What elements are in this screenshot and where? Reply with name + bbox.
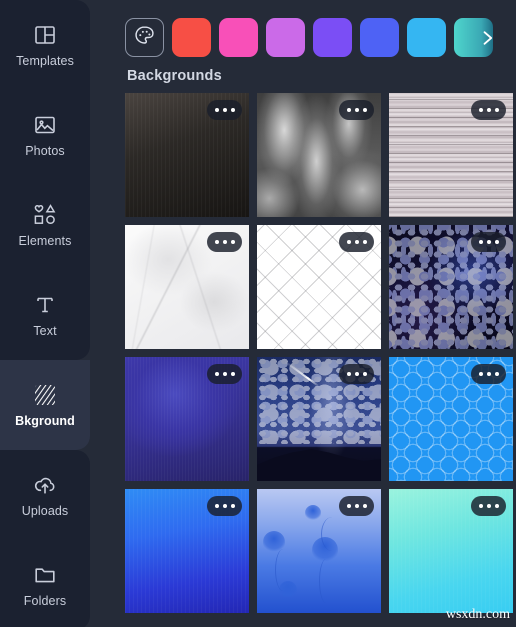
sidebar-item-text[interactable]: Text: [0, 270, 90, 360]
thumbnail-options-button[interactable]: [339, 496, 374, 516]
thumbnail-options-button[interactable]: [207, 496, 242, 516]
photo-icon: [32, 112, 58, 138]
thumbnail-white-wood[interactable]: [389, 93, 513, 217]
sidebar-item-label: Photos: [25, 144, 65, 159]
sidebar-item-templates[interactable]: Templates: [0, 0, 90, 90]
thumbnail-options-button[interactable]: [207, 364, 242, 384]
left-sidebar: Templates Photos Elements Text Bkground …: [0, 0, 95, 627]
sidebar-item-photos[interactable]: Photos: [0, 90, 90, 180]
jellyfish-decoration: [305, 505, 321, 521]
thumbnail-options-button[interactable]: [339, 232, 374, 252]
color-swatch-pink[interactable]: [219, 18, 258, 57]
thumbnail-grey-smoke[interactable]: [257, 93, 381, 217]
thumbnail-indigo-solid[interactable]: [125, 357, 249, 481]
color-palette-row: [125, 0, 516, 62]
thumbnail-options-button[interactable]: [471, 496, 506, 516]
color-swatch-red[interactable]: [172, 18, 211, 57]
tentacle-decoration: [321, 517, 343, 551]
thumbnail-deep-space[interactable]: [389, 225, 513, 349]
thumbnail-starry-night[interactable]: [257, 357, 381, 481]
sidebar-item-bkground[interactable]: Bkground: [0, 360, 90, 450]
text-icon: [32, 292, 58, 318]
thumbnail-blue-hexagons[interactable]: [389, 357, 513, 481]
color-palette-icon: [133, 24, 156, 52]
thumbnail-mint-gradient[interactable]: [389, 489, 513, 613]
backgrounds-panel: Backgrounds wsxdn.com: [90, 0, 516, 627]
color-swatch-blue[interactable]: [360, 18, 399, 57]
thumbnail-options-button[interactable]: [207, 100, 242, 120]
thumbnail-blue-gradient[interactable]: [125, 489, 249, 613]
sidebar-item-label: Templates: [16, 54, 74, 69]
folder-icon: [32, 562, 58, 588]
sidebar-item-folders[interactable]: Folders: [0, 540, 90, 627]
thumbnail-jellyfish[interactable]: [257, 489, 381, 613]
thumbnail-white-marble[interactable]: [125, 225, 249, 349]
page-title: Backgrounds: [127, 68, 222, 84]
sidebar-group-top: Templates Photos Elements Text: [0, 0, 90, 360]
editor-window: Templates Photos Elements Text Bkground …: [0, 0, 516, 627]
sidebar-item-label: Bkground: [15, 414, 75, 429]
thumbnail-dark-gradient[interactable]: [125, 93, 249, 217]
thumbnail-options-button[interactable]: [471, 232, 506, 252]
thumbnail-options-button[interactable]: [207, 232, 242, 252]
upload-cloud-icon: [32, 472, 58, 498]
thumbnail-options-button[interactable]: [471, 100, 506, 120]
sidebar-item-label: Uploads: [21, 504, 69, 519]
color-picker-button[interactable]: [125, 18, 164, 57]
hatch-icon: [32, 382, 58, 408]
color-swatch-violet[interactable]: [313, 18, 352, 57]
sidebar-item-label: Elements: [18, 234, 72, 249]
tentacle-decoration: [275, 549, 291, 591]
sidebar-item-label: Text: [33, 324, 57, 339]
color-swatch-orchid[interactable]: [266, 18, 305, 57]
color-swatch-cyan[interactable]: [407, 18, 446, 57]
sidebar-item-label: Folders: [23, 594, 67, 609]
thumbnail-options-button[interactable]: [339, 100, 374, 120]
thumbnail-white-crosshatch[interactable]: [257, 225, 381, 349]
thumbnail-options-button[interactable]: [339, 364, 374, 384]
sidebar-item-elements[interactable]: Elements: [0, 180, 90, 270]
templates-icon: [32, 22, 58, 48]
shapes-icon: [32, 202, 58, 228]
sidebar-group-active: Bkground: [0, 360, 90, 450]
sidebar-group-bottom: Uploads Folders: [0, 450, 90, 627]
chevron-right-icon: [483, 30, 493, 45]
backgrounds-grid: [125, 93, 516, 613]
thumbnail-options-button[interactable]: [471, 364, 506, 384]
tentacle-decoration: [319, 559, 333, 603]
color-swatch-teal[interactable]: [454, 18, 493, 57]
sidebar-item-uploads[interactable]: Uploads: [0, 450, 90, 540]
